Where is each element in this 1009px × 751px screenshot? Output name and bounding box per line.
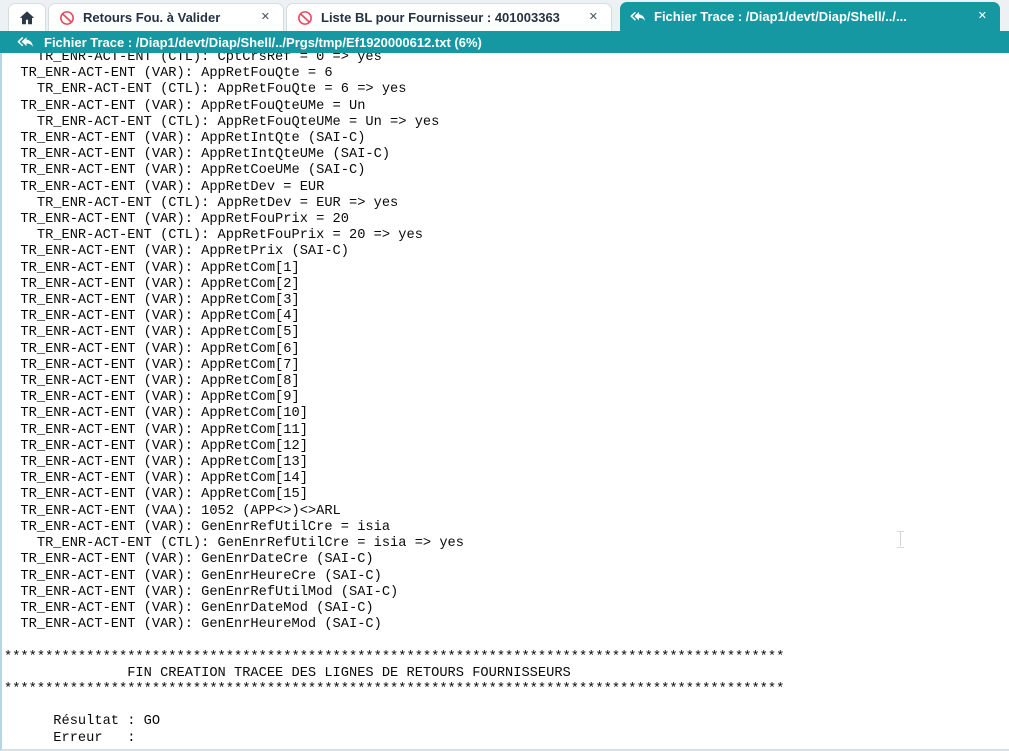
tab-fichier-trace[interactable]: Fichier Trace : /Diap1/devt/Diap/Shell/.… <box>620 2 1000 31</box>
browser-tab-bar: Retours Fou. à Valider ✕ Liste BL pour F… <box>0 0 1009 31</box>
trace-file-path-title: Fichier Trace : /Diap1/devt/Diap/Shell/.… <box>44 35 482 50</box>
tab-liste-bl-fournisseur[interactable]: Liste BL pour Fournisseur : 401003363 ✕ <box>286 3 612 31</box>
blocked-icon <box>59 10 75 26</box>
close-icon[interactable]: ✕ <box>258 10 273 25</box>
trace-file-panel: TR_ENR-ACT-ENT (CTL): CptCrsRef = 0 => y… <box>0 53 1009 751</box>
reply-all-icon <box>630 9 646 25</box>
close-icon[interactable]: ✕ <box>975 9 990 24</box>
tab-label: Fichier Trace : /Diap1/devt/Diap/Shell/.… <box>654 9 965 24</box>
tab-label: Liste BL pour Fournisseur : 401003363 <box>321 10 576 25</box>
tab-retours-fou-a-valider[interactable]: Retours Fou. à Valider ✕ <box>48 3 284 31</box>
close-icon[interactable]: ✕ <box>586 10 601 25</box>
reply-all-icon <box>17 35 34 50</box>
tab-label: Retours Fou. à Valider <box>83 10 248 25</box>
trace-file-content: TR_ENR-ACT-ENT (CTL): CptCrsRef = 0 => y… <box>2 53 1009 747</box>
home-icon <box>18 9 36 27</box>
blocked-icon <box>297 10 313 26</box>
trace-file-header: Fichier Trace : /Diap1/devt/Diap/Shell/.… <box>0 31 1009 53</box>
tab-home[interactable] <box>8 3 46 31</box>
